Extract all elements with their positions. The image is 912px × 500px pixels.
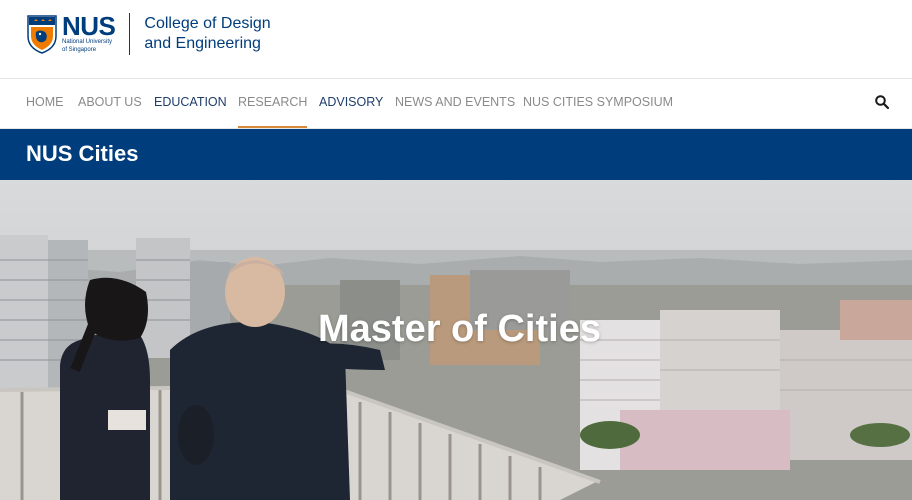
nav-item-news-and-events[interactable]: NEWS AND EVENTS [395,79,515,128]
section-banner: NUS Cities [0,129,912,180]
nus-cde-logo[interactable]: NUS National University of Singapore Col… [26,12,271,56]
nus-subtitle-line1: National University [62,39,113,45]
hero-section: Master of Cities [0,180,912,500]
college-name-line2: and Engineering [144,35,261,52]
college-name: College of Design and Engineering [144,14,270,54]
main-navigation: HOME ABOUT US EDUCATION RESEARCH ADVISOR… [0,79,912,129]
site-header: NUS National University of Singapore Col… [0,0,912,79]
nus-subtitle-line2: of Singapore [62,47,97,53]
nav-item-home[interactable]: HOME [26,79,64,128]
logo-divider [129,13,131,55]
nav-item-advisory[interactable]: ADVISORY [319,79,383,128]
nav-item-education[interactable]: EDUCATION [154,79,227,128]
nav-item-about-us[interactable]: ABOUT US [78,79,142,128]
nus-crest-icon [27,15,57,54]
nav-item-research[interactable]: RESEARCH [238,79,308,128]
nav-item-nus-cities-symposium[interactable]: NUS CITIES SYMPOSIUM [523,79,673,128]
college-name-line1: College of Design [144,15,271,32]
section-title: NUS Cities [26,141,139,166]
hero-title: Master of Cities [318,308,601,350]
nus-wordmark: NUS [62,11,116,41]
search-icon[interactable] [874,94,890,110]
